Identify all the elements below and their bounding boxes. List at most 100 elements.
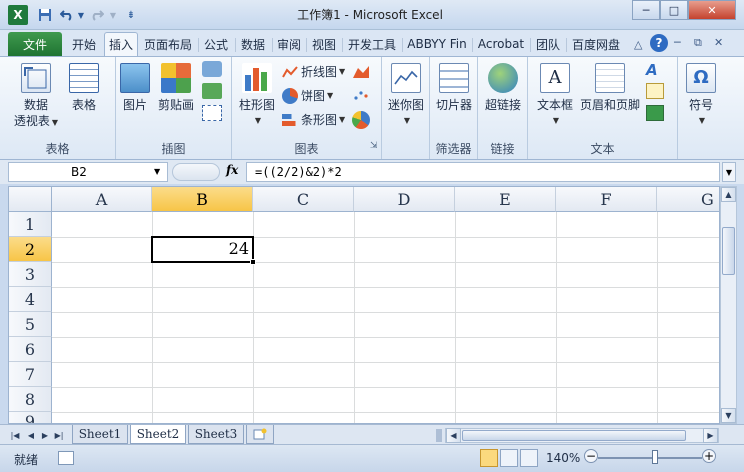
header-footer-button[interactable]: 页眉和页脚 (578, 63, 642, 113)
save-icon[interactable] (36, 6, 54, 24)
tab-data[interactable]: 数据 (237, 32, 269, 56)
normal-view-button[interactable] (480, 449, 498, 467)
slicer-button[interactable]: 切片器 (434, 63, 474, 113)
tab-abbyy[interactable]: ABBYY Fin (404, 32, 470, 56)
row-header-4[interactable]: 4 (9, 287, 52, 312)
page-layout-view-button[interactable] (500, 449, 518, 467)
maximize-button[interactable]: □ (660, 0, 688, 20)
horizontal-scrollbar[interactable]: ◀ ▶ (445, 428, 719, 443)
help-icon[interactable]: ? (650, 34, 668, 52)
screenshot-icon[interactable] (202, 105, 222, 121)
name-box[interactable]: B2 (8, 162, 168, 182)
vertical-scrollbar[interactable]: ▲ ▼ (720, 186, 737, 424)
doc-restore-button[interactable]: ⧉ (694, 36, 702, 50)
redo-dropdown-icon[interactable]: ▼ (104, 6, 122, 24)
hyperlink-button[interactable]: 超链接 (482, 63, 524, 113)
vertical-scroll-thumb[interactable] (722, 227, 735, 275)
area-chart-icon[interactable] (352, 63, 370, 79)
cell-b2[interactable]: 24 (151, 236, 254, 263)
row-header-1[interactable]: 1 (9, 212, 52, 237)
tab-baidu-netdisk[interactable]: 百度网盘 (568, 32, 624, 56)
row-header-8[interactable]: 8 (9, 387, 52, 412)
tab-formulas[interactable]: 公式 (200, 32, 232, 56)
shapes-icon[interactable] (202, 61, 222, 77)
zoom-in-button[interactable]: + (702, 449, 716, 463)
line-chart-button[interactable]: 折线图 ▼ (282, 63, 345, 80)
minimize-button[interactable]: ─ (632, 0, 660, 20)
tab-acrobat[interactable]: Acrobat (474, 32, 528, 56)
other-charts-icon[interactable] (352, 111, 370, 129)
column-header-g[interactable]: G (657, 187, 719, 212)
row-header-6[interactable]: 6 (9, 337, 52, 362)
pivot-table-button[interactable]: 数据 透视表 ▼ (12, 63, 60, 131)
name-box-dropdown-icon[interactable]: ▼ (154, 167, 160, 176)
customize-toolbar-icon[interactable]: ⇟ (122, 6, 140, 24)
picture-button[interactable]: 图片 (118, 63, 152, 113)
row-header-9[interactable]: 9 (9, 412, 52, 423)
column-header-c[interactable]: C (253, 187, 354, 212)
scatter-chart-icon[interactable] (352, 87, 370, 103)
object-icon[interactable] (646, 105, 664, 121)
zoom-level[interactable]: 140% (546, 451, 580, 465)
formula-bar-splitter[interactable] (172, 163, 220, 181)
row-header-3[interactable]: 3 (9, 262, 52, 287)
doc-minimize-button[interactable]: ─ (674, 36, 681, 49)
column-header-a[interactable]: A (52, 187, 152, 212)
tab-view[interactable]: 视图 (308, 32, 340, 56)
worksheet-grid[interactable]: A B C D E F G 1 2 3 4 5 6 7 8 9 24 (8, 186, 720, 424)
zoom-slider-thumb[interactable] (652, 450, 658, 464)
doc-close-button[interactable]: ✕ (714, 36, 723, 49)
signature-line-icon[interactable] (646, 83, 664, 99)
bar-chart-button[interactable]: 条形图 ▼ (282, 111, 345, 128)
sheet-tab-1[interactable]: Sheet1 (72, 425, 128, 444)
wordart-icon[interactable]: A (646, 61, 666, 79)
insert-function-icon[interactable]: fx (226, 163, 238, 177)
tab-review[interactable]: 审阅 (274, 32, 304, 56)
column-chart-button[interactable]: 柱形图 ▼ (236, 63, 278, 129)
formula-bar-expand-icon[interactable]: ▼ (722, 162, 736, 182)
symbol-button[interactable]: Ω 符号 ▼ (682, 63, 720, 129)
next-sheet-icon[interactable]: ▶ (38, 428, 52, 442)
select-all-corner[interactable] (9, 187, 52, 212)
first-sheet-icon[interactable]: |◀ (8, 428, 22, 442)
row-header-7[interactable]: 7 (9, 362, 52, 387)
tab-insert[interactable]: 插入 (104, 32, 138, 56)
tab-file[interactable]: 文件 (8, 32, 62, 56)
pie-chart-button[interactable]: 饼图 ▼ (282, 87, 333, 104)
column-header-e[interactable]: E (455, 187, 556, 212)
scroll-left-arrow-icon[interactable]: ◀ (446, 428, 461, 443)
tab-developer[interactable]: 开发工具 (344, 32, 400, 56)
row-header-2[interactable]: 2 (9, 237, 52, 262)
tab-page-layout[interactable]: 页面布局 (140, 32, 196, 56)
sheet-tab-2[interactable]: Sheet2 (130, 425, 186, 444)
ribbon-minimize-icon[interactable]: △ (634, 38, 642, 51)
horizontal-scroll-thumb[interactable] (462, 430, 686, 441)
macro-record-icon[interactable] (58, 451, 74, 465)
insert-sheet-icon[interactable] (246, 425, 274, 444)
column-header-f[interactable]: F (556, 187, 657, 212)
table-button[interactable]: 表格 (64, 63, 104, 113)
zoom-out-button[interactable]: − (584, 449, 598, 463)
tab-team[interactable]: 团队 (532, 32, 564, 56)
prev-sheet-icon[interactable]: ◀ (24, 428, 38, 442)
column-header-d[interactable]: D (354, 187, 455, 212)
omega-icon: Ω (686, 63, 716, 93)
scroll-right-arrow-icon[interactable]: ▶ (703, 428, 718, 443)
row-header-5[interactable]: 5 (9, 312, 52, 337)
column-header-b[interactable]: B (152, 187, 253, 212)
scroll-down-arrow-icon[interactable]: ▼ (721, 408, 736, 423)
sheet-tab-3[interactable]: Sheet3 (188, 425, 244, 444)
fill-handle[interactable] (250, 259, 256, 265)
zoom-slider-track[interactable] (598, 457, 702, 459)
close-button[interactable]: ✕ (688, 0, 736, 20)
textbox-button[interactable]: A 文本框 ▼ (534, 63, 576, 129)
page-break-view-button[interactable] (520, 449, 538, 467)
formula-input[interactable]: =((2/2)&2)*2 (246, 162, 720, 182)
last-sheet-icon[interactable]: ▶| (52, 428, 66, 442)
clipart-button[interactable]: 剪贴画 (156, 63, 196, 113)
tab-split-handle[interactable] (436, 429, 442, 442)
smartart-icon[interactable] (202, 83, 222, 99)
sparkline-button[interactable]: 迷你图 ▼ (386, 63, 426, 129)
tab-home[interactable]: 开始 (66, 32, 102, 56)
scroll-up-arrow-icon[interactable]: ▲ (721, 187, 736, 202)
